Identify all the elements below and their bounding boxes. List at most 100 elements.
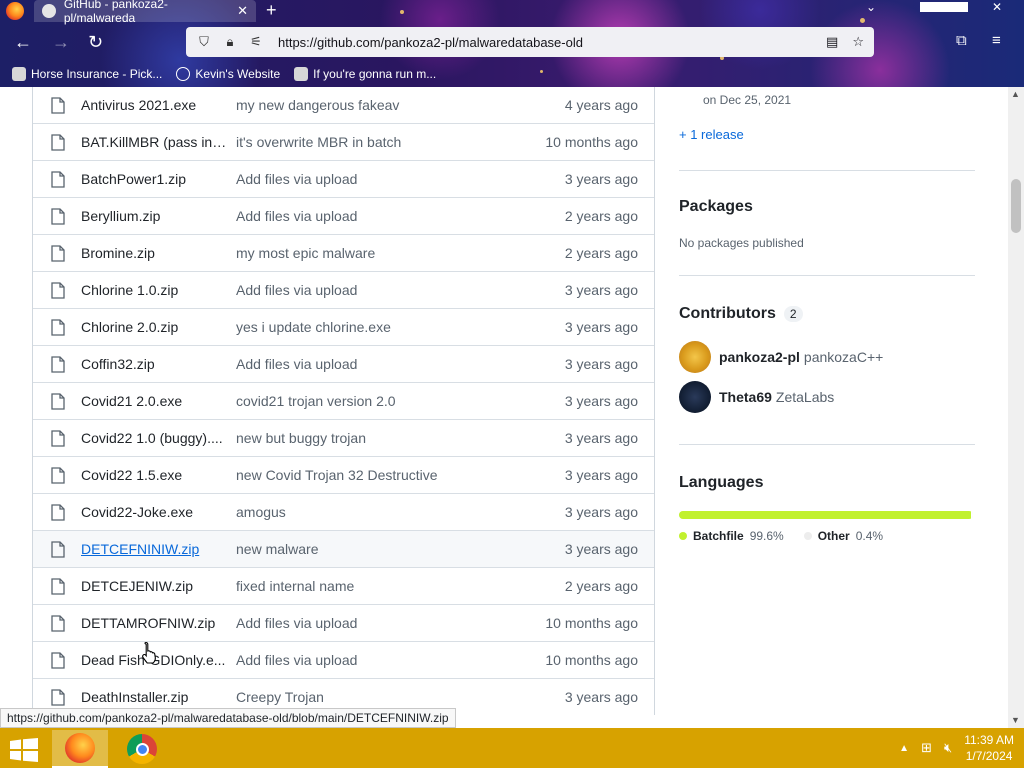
commit-message-link[interactable]: Add files via upload bbox=[236, 282, 526, 298]
commit-message-link[interactable]: yes i update chlorine.exe bbox=[236, 319, 526, 335]
network-icon[interactable]: ⊞ bbox=[921, 740, 932, 756]
contributor-login[interactable]: pankoza2-pl bbox=[719, 349, 800, 365]
firefox-menu-icon[interactable] bbox=[6, 2, 24, 20]
commit-age: 3 years ago bbox=[564, 430, 638, 446]
taskbar-firefox[interactable] bbox=[52, 730, 108, 768]
bookmark-item[interactable]: Kevin's Website bbox=[176, 67, 280, 81]
commit-message-link[interactable]: amogus bbox=[236, 504, 526, 520]
language-legend-item[interactable]: Other 0.4% bbox=[803, 529, 883, 543]
file-name-link[interactable]: BAT.KillMBR (pass inf... bbox=[81, 134, 227, 150]
file-row[interactable]: DETCEFNINIW.zip new malware 3 years ago bbox=[33, 530, 654, 567]
file-row[interactable]: Covid22 1.0 (buggy).... new but buggy tro… bbox=[33, 419, 654, 456]
commit-message-link[interactable]: my new dangerous fakeav bbox=[236, 97, 526, 113]
contributors-title: Contributors bbox=[679, 305, 776, 322]
release-date: on Dec 25, 2021 bbox=[703, 93, 792, 107]
file-name-link[interactable]: Covid22 1.5.exe bbox=[81, 467, 227, 483]
commit-message-link[interactable]: Add files via upload bbox=[236, 356, 526, 372]
clock-time: 11:39 AM bbox=[964, 733, 1014, 747]
scrollbar-thumb[interactable] bbox=[1011, 179, 1021, 233]
packages-heading[interactable]: Packages bbox=[679, 198, 753, 216]
hamburger-menu-icon[interactable]: ≡ bbox=[992, 32, 1001, 49]
minimize-button[interactable] bbox=[920, 2, 968, 12]
windows-start-icon[interactable] bbox=[10, 738, 38, 762]
file-row[interactable]: Chlorine 1.0.zip Add files via upload 3 ye… bbox=[33, 271, 654, 308]
commit-message-link[interactable]: Add files via upload bbox=[236, 652, 526, 668]
list-all-tabs-icon[interactable]: ⌄ bbox=[866, 0, 876, 14]
file-name-link[interactable]: DeathInstaller.zip bbox=[81, 689, 227, 705]
bookmark-item[interactable]: If you're gonna run m... bbox=[294, 67, 436, 81]
vertical-scrollbar[interactable]: ▲ ▼ bbox=[1008, 87, 1024, 728]
file-name-link[interactable]: Bromine.zip bbox=[81, 245, 227, 261]
commit-message-link[interactable]: my most epic malware bbox=[236, 245, 526, 261]
file-row[interactable]: Chlorine 2.0.zip yes i update chlorine.ex… bbox=[33, 308, 654, 345]
file-name-link[interactable]: Covid22 1.0 (buggy).... bbox=[81, 430, 227, 446]
file-row[interactable]: DETTAMROFNIW.zip Add files via upload 10 m… bbox=[33, 604, 654, 641]
shield-icon[interactable]: ⛉ bbox=[196, 34, 212, 50]
file-row[interactable]: Covid22-Joke.exe amogus 3 years ago bbox=[33, 493, 654, 530]
commit-message-link[interactable]: fixed internal name bbox=[236, 578, 526, 594]
file-row[interactable]: Dead Fish-GDIOnly.e... Add files via uplo… bbox=[33, 641, 654, 678]
file-name-link[interactable]: Covid22-Joke.exe bbox=[81, 504, 227, 520]
commit-message-link[interactable]: Creepy Trojan bbox=[236, 689, 526, 705]
commit-message-link[interactable]: Add files via upload bbox=[236, 171, 526, 187]
commit-age: 10 months ago bbox=[545, 134, 638, 150]
file-name-link[interactable]: BatchPower1.zip bbox=[81, 171, 227, 187]
avatar[interactable] bbox=[679, 381, 711, 413]
commit-message-link[interactable]: new Covid Trojan 32 Destructive bbox=[236, 467, 526, 483]
file-row[interactable]: Covid22 1.5.exe new Covid Trojan 32 Destr… bbox=[33, 456, 654, 493]
clock[interactable]: 11:39 AM 1/7/2024 bbox=[964, 732, 1014, 764]
file-row[interactable]: DETCEJENIW.zip fixed internal name 2 years… bbox=[33, 567, 654, 604]
file-row[interactable]: Bromine.zip my most epic malware 2 years a… bbox=[33, 234, 654, 271]
tab-close-icon[interactable]: ✕ bbox=[237, 3, 248, 19]
file-name-link[interactable]: DETCEFNINIW.zip bbox=[81, 541, 227, 557]
volume-muted-icon[interactable]: 🔇︎ bbox=[944, 740, 952, 756]
contributor-item[interactable]: pankoza2-pl pankozaC++ bbox=[679, 341, 883, 373]
file-row[interactable]: Antivirus 2021.exe my new dangerous fakea… bbox=[33, 87, 654, 123]
commit-message-link[interactable]: Add files via upload bbox=[236, 615, 526, 631]
avatar[interactable] bbox=[679, 341, 711, 373]
windows-taskbar: ▲ ⊞ 🔇︎ 11:39 AM 1/7/2024 bbox=[0, 728, 1024, 768]
file-name-link[interactable]: Chlorine 1.0.zip bbox=[81, 282, 227, 298]
address-bar[interactable]: ⛉ 🔒︎ ⚟ https://github.com/pankoza2-pl/ma… bbox=[186, 27, 874, 57]
contributor-login[interactable]: Theta69 bbox=[719, 389, 772, 405]
commit-message-link[interactable]: new but buggy trojan bbox=[236, 430, 526, 446]
scroll-up-icon[interactable]: ▲ bbox=[1011, 89, 1020, 99]
file-row[interactable]: Covid21 2.0.exe covid21 trojan version 2.… bbox=[33, 382, 654, 419]
lock-icon[interactable]: 🔒︎ bbox=[222, 34, 238, 50]
back-icon[interactable]: ← bbox=[14, 32, 32, 53]
reload-icon[interactable]: ↻ bbox=[88, 32, 103, 53]
contributor-item[interactable]: Theta69 ZetaLabs bbox=[679, 381, 834, 413]
file-row[interactable]: BAT.KillMBR (pass inf... it's overwrite M… bbox=[33, 123, 654, 160]
file-name-link[interactable]: Antivirus 2021.exe bbox=[81, 97, 227, 113]
commit-message-link[interactable]: covid21 trojan version 2.0 bbox=[236, 393, 526, 409]
permissions-icon[interactable]: ⚟ bbox=[248, 34, 264, 50]
url-text[interactable]: https://github.com/pankoza2-pl/malwareda… bbox=[278, 35, 583, 50]
file-name-link[interactable]: DETCEJENIW.zip bbox=[81, 578, 227, 594]
file-row[interactable]: Beryllium.zip Add files via upload 2 years… bbox=[33, 197, 654, 234]
show-hidden-icons-icon[interactable]: ▲ bbox=[899, 743, 909, 754]
language-legend-item[interactable]: Batchfile 99.6% bbox=[679, 529, 784, 543]
contributors-heading[interactable]: Contributors 2 bbox=[679, 305, 803, 323]
tab-github-repo[interactable]: GitHub - pankoza2-pl/malwareda ✕ bbox=[34, 0, 256, 25]
file-name-link[interactable]: Covid21 2.0.exe bbox=[81, 393, 227, 409]
commit-message-link[interactable]: Add files via upload bbox=[236, 208, 526, 224]
scroll-down-icon[interactable]: ▼ bbox=[1011, 715, 1020, 725]
commit-message-link[interactable]: new malware bbox=[236, 541, 526, 557]
file-row[interactable]: BatchPower1.zip Add files via upload 3 yea… bbox=[33, 160, 654, 197]
file-name-link[interactable]: Chlorine 2.0.zip bbox=[81, 319, 227, 335]
file-name-link[interactable]: Beryllium.zip bbox=[81, 208, 227, 224]
commit-message-link[interactable]: it's overwrite MBR in batch bbox=[236, 134, 526, 150]
file-name-link[interactable]: Coffin32.zip bbox=[81, 356, 227, 372]
globe-icon bbox=[176, 67, 191, 81]
taskbar-chrome[interactable] bbox=[114, 730, 170, 768]
bookmark-item[interactable]: Horse Insurance - Pick... bbox=[12, 67, 162, 81]
extensions-icon[interactable]: ⧉ bbox=[956, 32, 967, 49]
more-releases-link[interactable]: + 1 release bbox=[679, 127, 744, 142]
file-row[interactable]: Coffin32.zip Add files via upload 3 years … bbox=[33, 345, 654, 382]
bookmark-star-icon[interactable]: ☆ bbox=[852, 34, 864, 50]
forward-icon[interactable]: → bbox=[52, 32, 70, 53]
file-name-link[interactable]: DETTAMROFNIW.zip bbox=[81, 615, 227, 631]
reader-view-icon[interactable]: ▤ bbox=[826, 34, 838, 50]
close-window-button[interactable]: ✕ bbox=[992, 0, 1002, 14]
new-tab-button[interactable]: + bbox=[266, 0, 277, 21]
